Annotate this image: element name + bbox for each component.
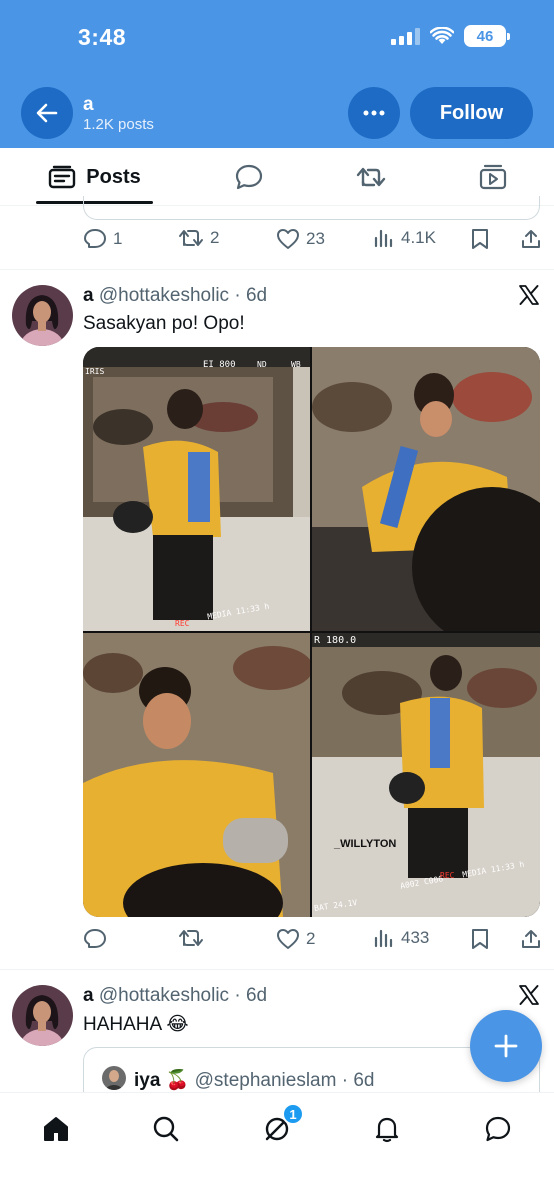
x-logo-icon — [519, 985, 539, 1005]
quote-time: · 6d — [341, 1070, 375, 1091]
avatar[interactable] — [12, 285, 73, 346]
post-actions: 2 433 — [0, 928, 554, 958]
views-button[interactable]: 433 — [373, 928, 429, 948]
bookmark-icon — [472, 929, 488, 949]
bookmark-button[interactable] — [470, 228, 490, 250]
post-count: 1.2K posts — [83, 116, 154, 133]
post-header: a @hottakesholic · 6d — [83, 285, 267, 307]
x-logo-icon — [519, 285, 539, 305]
status-icons: 46 — [391, 25, 510, 47]
home-icon — [44, 1117, 68, 1141]
photo-1[interactable]: IRIS EI 800 ND WB MEDIA 11:33 h REC — [83, 347, 310, 631]
battery-icon: 46 — [464, 25, 510, 47]
nav-messages[interactable] — [478, 1109, 518, 1149]
bell-icon — [375, 1117, 399, 1143]
views-icon — [374, 229, 393, 248]
share-icon — [522, 930, 540, 948]
share-icon — [522, 230, 540, 248]
replies-icon — [235, 164, 263, 190]
like-count: 23 — [306, 229, 325, 248]
author-handle[interactable]: @hottakesholic — [99, 285, 229, 306]
quote-author-name: iya 🍒 — [134, 1070, 190, 1091]
author-name[interactable]: a — [83, 985, 94, 1006]
signal-icon — [391, 27, 420, 45]
camera-overlay-wb: WB — [291, 360, 301, 369]
photo-4[interactable]: R 180.0 _WILLYTON A002 C006 MEDIA 11:33 … — [312, 633, 540, 917]
view-count: 433 — [401, 928, 430, 947]
avatar[interactable] — [12, 985, 73, 1046]
media-icon — [479, 164, 507, 190]
follow-button[interactable]: Follow — [410, 87, 533, 139]
reply-button[interactable]: 1 — [83, 228, 122, 250]
repost-icon — [179, 930, 203, 946]
like-count: 2 — [306, 929, 316, 948]
nav-search[interactable] — [146, 1109, 186, 1149]
camera-overlay-nd: ND — [257, 360, 267, 369]
camera-overlay-focal: R 180.0 — [314, 635, 357, 646]
watermark-text: _WILLYTON — [334, 838, 397, 850]
photo-3[interactable] — [83, 633, 310, 917]
more-options-button[interactable] — [348, 87, 400, 139]
back-button[interactable] — [21, 87, 73, 139]
post-text: HAHAHA 😂 — [83, 1014, 189, 1035]
reply-count: 1 — [113, 229, 123, 248]
quote-avatar — [102, 1066, 126, 1090]
author-name[interactable]: a — [83, 285, 94, 306]
views-icon — [374, 929, 393, 948]
share-button[interactable] — [520, 928, 542, 950]
reply-button[interactable] — [83, 928, 107, 950]
nav-home[interactable] — [36, 1109, 76, 1149]
reply-icon — [84, 929, 106, 948]
post-divider — [0, 969, 554, 970]
view-count: 4.1K — [401, 228, 436, 247]
bottom-navigation — [0, 1092, 554, 1200]
camera-overlay-iris: IRIS — [85, 367, 105, 376]
search-icon — [153, 1116, 179, 1142]
reposts-icon — [356, 167, 386, 187]
notification-badge: 1 — [282, 1103, 304, 1125]
post-header: a @hottakesholic · 6d — [83, 985, 267, 1007]
posts-icon — [49, 165, 76, 189]
repost-icon — [179, 230, 203, 246]
photo-2[interactable] — [312, 347, 540, 631]
repost-button[interactable]: 2 — [178, 228, 219, 248]
arrow-left-icon — [36, 103, 58, 123]
quote-author-handle: @stephanieslam — [194, 1070, 337, 1091]
more-dots-icon — [363, 110, 385, 116]
post-time: · 6d — [234, 985, 268, 1006]
tab-posts-label: Posts — [86, 165, 141, 188]
heart-icon — [277, 229, 299, 249]
share-button[interactable] — [520, 228, 542, 250]
chat-icon — [485, 1116, 511, 1142]
post-time: · 6d — [234, 285, 268, 306]
heart-icon — [277, 929, 299, 949]
camera-overlay-rec-2: REC — [440, 871, 455, 880]
post-divider — [0, 269, 554, 270]
reply-icon — [84, 229, 106, 248]
plus-icon — [494, 1034, 518, 1058]
nav-notifications[interactable] — [367, 1109, 407, 1149]
repost-count: 2 — [210, 228, 220, 247]
camera-overlay-ei: EI 800 — [203, 360, 236, 370]
status-time: 3:48 — [78, 24, 127, 50]
profile-name: a — [83, 94, 94, 115]
like-button[interactable]: 2 — [276, 928, 315, 950]
post-media-grid[interactable]: IRIS EI 800 ND WB MEDIA 11:33 h REC R 18… — [83, 347, 540, 917]
camera-overlay-rec: REC — [175, 619, 190, 628]
previous-post-actions: 1 2 23 4.1K — [0, 228, 554, 258]
bookmark-icon — [472, 229, 488, 249]
battery-level: 46 — [476, 27, 494, 45]
author-handle[interactable]: @hottakesholic — [99, 985, 229, 1006]
profile-header: 3:48 46 a 1.2K posts Follow — [0, 0, 554, 148]
compose-button[interactable] — [470, 1010, 542, 1082]
quote-header: iya 🍒 @stephanieslam · 6d — [134, 1068, 374, 1092]
bookmark-button[interactable] — [470, 928, 490, 950]
wifi-icon — [430, 27, 454, 44]
post-text: Sasakyan po! Opo! — [83, 313, 245, 334]
like-button[interactable]: 23 — [276, 228, 325, 250]
previous-post-card-edge — [83, 196, 540, 220]
views-button[interactable]: 4.1K — [373, 228, 436, 248]
repost-button[interactable] — [178, 928, 204, 948]
